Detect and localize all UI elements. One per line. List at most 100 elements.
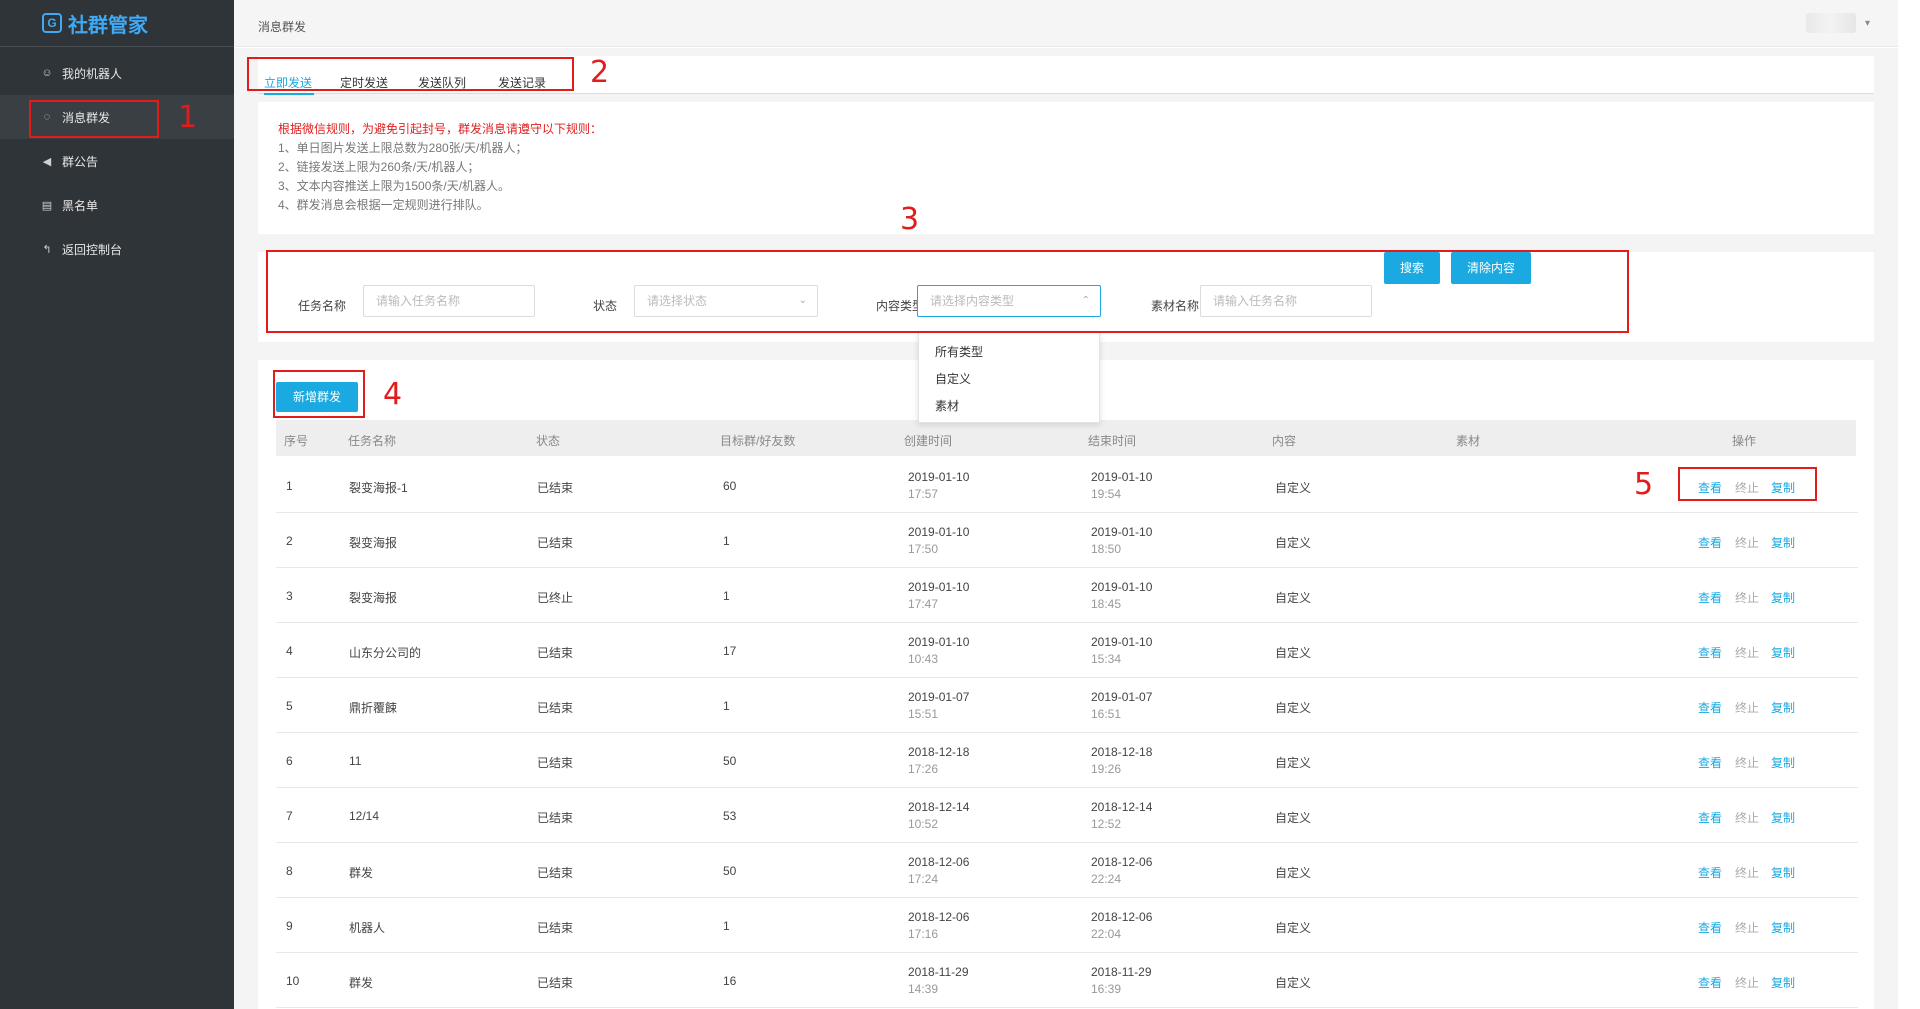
sidebar-item-mass-message[interactable]: ◌ 消息群发 [0, 95, 234, 139]
content-type-dropdown: 所有类型 自定义 素材 [918, 331, 1100, 423]
row-ended-date-text: 2019-01-07 [1091, 690, 1153, 704]
row-ended-clock-text: 16:39 [1091, 982, 1122, 996]
task-name-input[interactable]: 请输入任务名称 [363, 285, 535, 317]
row-status: 已结束 [537, 646, 574, 660]
row-no: 6 [286, 754, 293, 768]
avatar[interactable] [1806, 13, 1856, 33]
stop-button[interactable]: 终止 [1735, 699, 1759, 716]
sidebar-item-my-robots[interactable]: ☺ 我的机器人 [0, 51, 234, 95]
app-logo-text: 社群管家 [68, 14, 148, 37]
row-task-name: 机器人 [349, 921, 386, 935]
copy-button[interactable]: 复制 [1771, 699, 1795, 716]
row-ended-clock-text: 19:26 [1091, 762, 1122, 776]
view-button[interactable]: 查看 [1698, 699, 1722, 716]
material-name-label: 素材名称 [1151, 299, 1200, 313]
table-row: 4 山东分公司的 已结束 17 自定义 2019-01-10 10:43 2019-01-10… [276, 623, 1858, 678]
table-row: 2 裂变海报 已结束 1 自定义 2019-01-10 17:50 2019-01-10 18:… [276, 513, 1858, 568]
row-task-name: 12/14 [349, 809, 380, 823]
sidebar-item-group-notice[interactable]: ◀ 群公告 [0, 139, 234, 183]
sidebar: G 社群管家 ☺ 我的机器人 ◌ 消息群发 ◀ 群公告 ▤ 黑名单 ↰ 返回控制… [0, 0, 234, 1009]
stop-button[interactable]: 终止 [1735, 754, 1759, 771]
rule-line: 3、文本内容推送上限为1500条/天/机器人。 [278, 179, 511, 193]
stop-button[interactable]: 终止 [1735, 974, 1759, 991]
row-status: 已结束 [537, 921, 574, 935]
stop-button[interactable]: 终止 [1735, 919, 1759, 936]
copy-button[interactable]: 复制 [1771, 864, 1795, 881]
tab-send-now[interactable]: 立即发送 [264, 74, 312, 91]
view-button[interactable]: 查看 [1698, 644, 1722, 661]
copy-button[interactable]: 复制 [1771, 534, 1795, 551]
copy-button[interactable]: 复制 [1771, 479, 1795, 496]
row-created-date-text: 2018-12-14 [908, 800, 970, 814]
row-created-clock-text: 17:24 [908, 872, 939, 886]
stop-button[interactable]: 终止 [1735, 809, 1759, 826]
rule-line: 4、群发消息会根据一定规则进行排队。 [278, 198, 489, 212]
row-created-time: 2018-12-06 17:16 [908, 908, 969, 942]
copy-button[interactable]: 复制 [1771, 644, 1795, 661]
dropdown-option-material[interactable]: 素材 [919, 393, 1099, 420]
tab-history[interactable]: 发送记录 [498, 74, 546, 91]
col-ended: 结束时间 [1088, 434, 1137, 448]
view-button[interactable]: 查看 [1698, 919, 1722, 936]
dropdown-option-custom[interactable]: 自定义 [919, 366, 1099, 393]
col-no: 序号 [284, 434, 309, 448]
row-task-name: 裂变海报 [349, 591, 398, 605]
sidebar-item-blacklist[interactable]: ▤ 黑名单 [0, 183, 234, 227]
view-button[interactable]: 查看 [1698, 534, 1722, 551]
status-select[interactable]: 请选择状态 ⌄ [634, 285, 818, 317]
view-button[interactable]: 查看 [1698, 864, 1722, 881]
row-ended-time: 2018-12-14 12:52 [1091, 798, 1152, 832]
row-status: 已结束 [537, 481, 574, 495]
stop-button[interactable]: 终止 [1735, 589, 1759, 606]
row-ended-date-text: 2018-12-06 [1091, 910, 1153, 924]
row-created-time: 2018-12-14 10:52 [908, 798, 969, 832]
material-name-input[interactable]: 请输入任务名称 [1200, 285, 1372, 317]
tab-queue[interactable]: 发送队列 [418, 74, 466, 91]
table-row: 5 鼎折覆餗 已结束 1 自定义 2019-01-07 15:51 2019-01-07 16:… [276, 678, 1858, 733]
copy-button[interactable]: 复制 [1771, 919, 1795, 936]
row-status: 已结束 [537, 866, 574, 880]
clear-button[interactable]: 清除内容 [1451, 252, 1531, 284]
copy-button[interactable]: 复制 [1771, 974, 1795, 991]
row-ended-date-text: 2018-12-18 [1091, 745, 1153, 759]
annotation-number-3: 3 [900, 202, 920, 237]
status-label: 状态 [593, 299, 618, 313]
row-content: 自定义 [1275, 756, 1312, 770]
view-button[interactable]: 查看 [1698, 809, 1722, 826]
col-actions: 操作 [1732, 434, 1757, 448]
view-button[interactable]: 查看 [1698, 974, 1722, 991]
search-button[interactable]: 搜索 [1384, 252, 1440, 284]
view-button[interactable]: 查看 [1698, 589, 1722, 606]
row-created-clock-text: 14:39 [908, 982, 939, 996]
row-status: 已结束 [537, 976, 574, 990]
view-button[interactable]: 查看 [1698, 479, 1722, 496]
stop-button[interactable]: 终止 [1735, 534, 1759, 551]
row-created-date-text: 2019-01-10 [908, 470, 970, 484]
stop-button[interactable]: 终止 [1735, 479, 1759, 496]
dropdown-option-all[interactable]: 所有类型 [919, 339, 1099, 366]
add-mass-message-button[interactable]: 新增群发 [276, 382, 358, 412]
chevron-down-icon: ⌄ [798, 295, 807, 306]
stop-button[interactable]: 终止 [1735, 864, 1759, 881]
stop-button[interactable]: 终止 [1735, 644, 1759, 661]
row-ended-time: 2018-12-06 22:24 [1091, 853, 1152, 887]
table-row: 3 裂变海报 已终止 1 自定义 2019-01-10 17:47 2019-01-10 18:… [276, 568, 1858, 623]
top-header: 消息群发 ▾ [234, 0, 1898, 47]
rules-heading: 根据微信规则，为避免引起封号，群发消息请遵守以下规则： [278, 122, 603, 136]
tab-scheduled[interactable]: 定时发送 [340, 74, 388, 91]
content-type-select[interactable]: 请选择内容类型 ⌃ [917, 285, 1101, 317]
row-no: 9 [286, 919, 293, 933]
row-status: 已结束 [537, 756, 574, 770]
table-header: 序号 任务名称 状态 目标群/好友数 创建时间 结束时间 内容 素材 操作 [276, 420, 1856, 456]
copy-button[interactable]: 复制 [1771, 589, 1795, 606]
view-button[interactable]: 查看 [1698, 754, 1722, 771]
sidebar-item-back-console[interactable]: ↰ 返回控制台 [0, 227, 234, 271]
row-ended-clock-text: 19:54 [1091, 487, 1122, 501]
row-created-date-text: 2019-01-10 [908, 580, 970, 594]
row-created-clock-text: 17:16 [908, 927, 939, 941]
col-created: 创建时间 [904, 434, 953, 448]
copy-button[interactable]: 复制 [1771, 754, 1795, 771]
app-logo[interactable]: G 社群管家 [0, 0, 234, 47]
copy-button[interactable]: 复制 [1771, 809, 1795, 826]
chevron-down-icon[interactable]: ▾ [1865, 18, 1870, 29]
